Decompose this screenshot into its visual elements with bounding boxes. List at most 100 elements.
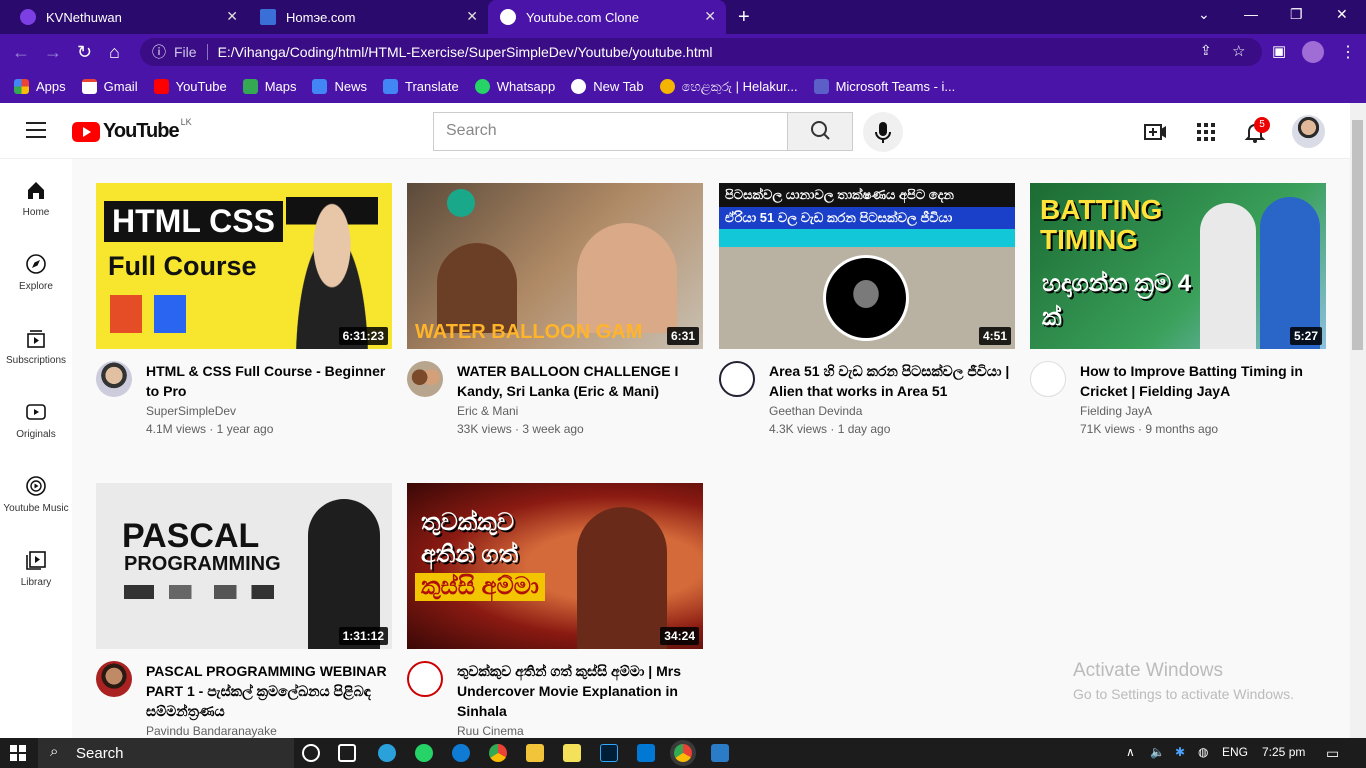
taskbar-search[interactable]: ⌕ Search <box>38 738 294 768</box>
clock[interactable]: 7:25 pm <box>1262 745 1305 759</box>
url-field[interactable]: ⓘ File E:/Vihanga/Coding/html/HTML-Exerc… <box>140 38 1262 66</box>
bookmark-youtube[interactable]: YouTube <box>153 79 227 94</box>
windows-start-icon[interactable] <box>10 745 26 761</box>
search-input[interactable]: Search <box>433 112 788 151</box>
channel-avatar[interactable] <box>719 361 755 397</box>
minimize-icon[interactable]: — <box>1244 6 1258 22</box>
video-card[interactable]: HTML CSS Full Course 6:31:23 HTML & CSS … <box>96 183 392 439</box>
hamburger-menu-icon[interactable] <box>26 122 46 138</box>
close-tab-icon[interactable]: ✕ <box>466 8 478 25</box>
forward-icon[interactable]: → <box>44 42 62 63</box>
scrollbar-thumb[interactable] <box>1352 120 1363 350</box>
menu-icon[interactable]: ⋮ <box>1340 42 1356 62</box>
bluetooth-icon[interactable]: ✱ <box>1175 745 1185 759</box>
video-thumbnail[interactable]: PASCAL PROGRAMMING 1:31:12 <box>96 483 392 649</box>
network-icon[interactable]: ◍ <box>1198 745 1208 759</box>
telegram-icon[interactable] <box>378 744 396 762</box>
task-view-icon[interactable] <box>338 744 356 762</box>
channel-name[interactable]: Geethan Devinda <box>769 404 862 418</box>
channel-avatar[interactable] <box>96 661 132 697</box>
video-title[interactable]: තුවක්කුව අතින් ගත් කුස්සි අම්මා | Mrs Un… <box>457 661 703 721</box>
sidebar-item-library[interactable]: Library <box>0 549 72 588</box>
channel-avatar[interactable] <box>407 661 443 697</box>
side-panel-icon[interactable]: ▣ <box>1272 42 1286 60</box>
bookmark-new-tab[interactable]: New Tab <box>571 79 644 94</box>
vscode-icon[interactable] <box>637 744 655 762</box>
sidebar-item-subscriptions[interactable]: Subscriptions <box>0 327 72 366</box>
video-thumbnail[interactable]: WATER BALLOON GAM 6:31 <box>407 183 703 349</box>
tab-homee[interactable]: Homэe.com ✕ <box>248 0 488 34</box>
close-tab-icon[interactable]: ✕ <box>226 8 238 25</box>
new-tab-button[interactable]: + <box>738 6 750 29</box>
video-card[interactable]: PASCAL PROGRAMMING 1:31:12 PASCAL PROGRA… <box>96 483 392 738</box>
bookmark-maps[interactable]: Maps <box>242 79 296 94</box>
video-title[interactable]: WATER BALLOON CHALLENGE I Kandy, Sri Lan… <box>457 361 703 401</box>
tab-search-icon[interactable]: ⌄ <box>1198 6 1210 23</box>
bookmark-whatsapp[interactable]: Whatsapp <box>474 79 555 94</box>
profile-avatar[interactable] <box>1302 41 1324 63</box>
video-title[interactable]: PASCAL PROGRAMMING WEBINAR PART 1 - පැස්… <box>146 661 392 721</box>
close-window-icon[interactable]: ✕ <box>1336 6 1348 23</box>
video-thumbnail[interactable]: BATTING TIMING හදාගන්න ක්‍රම 4 ක් 5:27 <box>1030 183 1326 349</box>
close-tab-icon[interactable]: ✕ <box>704 8 716 25</box>
tab-favicon-icon <box>20 9 36 25</box>
channel-name[interactable]: Fielding JayA <box>1080 404 1152 418</box>
youtube-logo[interactable]: YouTube LK <box>72 117 192 143</box>
search-button[interactable] <box>787 112 853 151</box>
bookmark-star-icon[interactable]: ☆ <box>1232 42 1245 60</box>
bookmark-helakuru[interactable]: හෙළකුරු | Helakur... <box>659 79 798 95</box>
chrome-icon[interactable] <box>489 744 507 762</box>
channel-avatar[interactable] <box>1030 361 1066 397</box>
video-card[interactable]: පිටසක්වල යානාවල තාක්ෂණය අපිට දෙන ඒරියා 5… <box>719 183 1015 439</box>
cortana-icon[interactable] <box>302 744 320 762</box>
video-thumbnail[interactable]: HTML CSS Full Course 6:31:23 <box>96 183 392 349</box>
channel-name[interactable]: Eric & Mani <box>457 404 518 418</box>
file-explorer-icon[interactable] <box>526 744 544 762</box>
tab-youtube-clone[interactable]: Youtube.com Clone ✕ <box>488 0 726 34</box>
bookmark-teams[interactable]: Microsoft Teams - i... <box>813 79 955 94</box>
edge-icon[interactable] <box>452 744 470 762</box>
notification-center-icon[interactable]: ▭ <box>1326 745 1339 762</box>
video-thumbnail[interactable]: පිටසක්වල යානාවල තාක්ෂණය අපිට දෙන ඒරියා 5… <box>719 183 1015 349</box>
bookmark-news[interactable]: News <box>312 79 367 94</box>
user-avatar[interactable] <box>1292 115 1325 148</box>
bookmark-gmail[interactable]: Gmail <box>81 79 138 94</box>
channel-avatar[interactable] <box>96 361 132 397</box>
photos-icon[interactable] <box>711 744 729 762</box>
share-icon[interactable]: ⇪ <box>1200 42 1212 59</box>
tray-chevron-icon[interactable]: ∧ <box>1126 745 1135 759</box>
video-title[interactable]: Area 51 හි වැඩ කරන පිටසක්වල ජීවියා | Ali… <box>769 361 1015 401</box>
whatsapp-icon[interactable] <box>415 744 433 762</box>
channel-name[interactable]: Pavindu Bandaranayake <box>146 724 277 738</box>
video-title[interactable]: How to Improve Batting Timing in Cricket… <box>1080 361 1326 401</box>
channel-avatar[interactable] <box>407 361 443 397</box>
video-stats: 33K views · 3 week ago <box>457 422 584 436</box>
language-indicator[interactable]: ENG <box>1222 745 1248 759</box>
volume-icon[interactable]: 🔈 <box>1150 745 1165 759</box>
channel-name[interactable]: Ruu Cinema <box>457 724 524 738</box>
apps-grid-icon[interactable] <box>1194 120 1218 144</box>
back-icon[interactable]: ← <box>12 42 30 63</box>
video-card[interactable]: WATER BALLOON GAM 6:31 WATER BALLOON CHA… <box>407 183 703 439</box>
video-card[interactable]: තුවක්කුව අතින් ගත් කුස්සි අම්මා 34:24 තු… <box>407 483 703 738</box>
video-thumbnail[interactable]: තුවක්කුව අතින් ගත් කුස්සි අම්මා 34:24 <box>407 483 703 649</box>
reload-icon[interactable]: ↻ <box>77 42 92 63</box>
video-title[interactable]: HTML & CSS Full Course - Beginner to Pro <box>146 361 392 401</box>
video-card[interactable]: BATTING TIMING හදාගන්න ක්‍රම 4 ක් 5:27 H… <box>1030 183 1326 439</box>
voice-search-button[interactable] <box>863 112 903 152</box>
page-scrollbar[interactable] <box>1350 103 1366 738</box>
sticky-notes-icon[interactable] <box>563 744 581 762</box>
sidebar-item-originals[interactable]: Originals <box>0 401 72 440</box>
chrome-active-icon[interactable] <box>674 744 692 762</box>
home-icon[interactable]: ⌂ <box>109 42 120 63</box>
sidebar-item-youtube-music[interactable]: Youtube Music <box>0 475 72 514</box>
tab-kvnethuwan[interactable]: KVNethuwan ✕ <box>8 0 248 34</box>
bookmark-apps[interactable]: Apps <box>14 79 66 94</box>
photoshop-icon[interactable] <box>600 744 618 762</box>
sidebar-item-home[interactable]: Home <box>0 179 72 218</box>
channel-name[interactable]: SuperSimpleDev <box>146 404 236 418</box>
restore-icon[interactable]: ❐ <box>1290 6 1303 23</box>
upload-icon[interactable] <box>1143 120 1167 144</box>
sidebar-item-explore[interactable]: Explore <box>0 253 72 292</box>
bookmark-translate[interactable]: Translate <box>383 79 459 94</box>
